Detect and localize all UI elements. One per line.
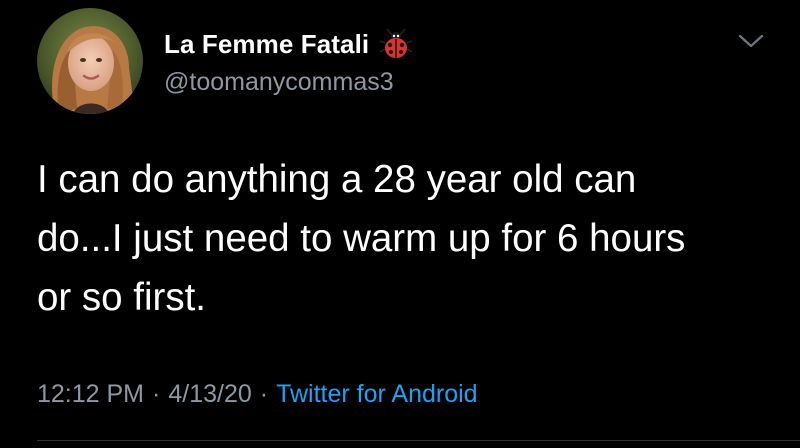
ladybug-icon [379, 28, 413, 58]
tweet-metadata: 12:12 PM · 4/13/20 · Twitter for Android [37, 380, 478, 409]
chevron-down-icon[interactable] [738, 33, 764, 49]
tweet-text: I can do anything a 28 year old can do..… [37, 150, 777, 327]
tweet-source-link[interactable]: Twitter for Android [276, 380, 477, 408]
meta-separator: · [152, 380, 161, 408]
tweet-text-line: or so first. [37, 276, 207, 319]
meta-separator: · [259, 380, 269, 408]
avatar-photo [37, 8, 143, 114]
tweet-time[interactable]: 12:12 PM [37, 380, 144, 408]
author-display-name[interactable]: La Femme Fatali [164, 29, 369, 60]
author-name-row: La Femme Fatali [164, 24, 413, 64]
tweet-card: La Femme Fatali @toomanycommas3 I can do… [0, 0, 800, 448]
tweet-text-line: I can do anything a 28 year old can [37, 158, 637, 201]
avatar[interactable] [37, 8, 143, 114]
tweet-date[interactable]: 4/13/20 [168, 380, 251, 408]
author-handle[interactable]: @toomanycommas3 [164, 68, 394, 97]
tweet-text-line: do...I just need to warm up for 6 hours [37, 217, 686, 260]
divider [37, 440, 800, 441]
